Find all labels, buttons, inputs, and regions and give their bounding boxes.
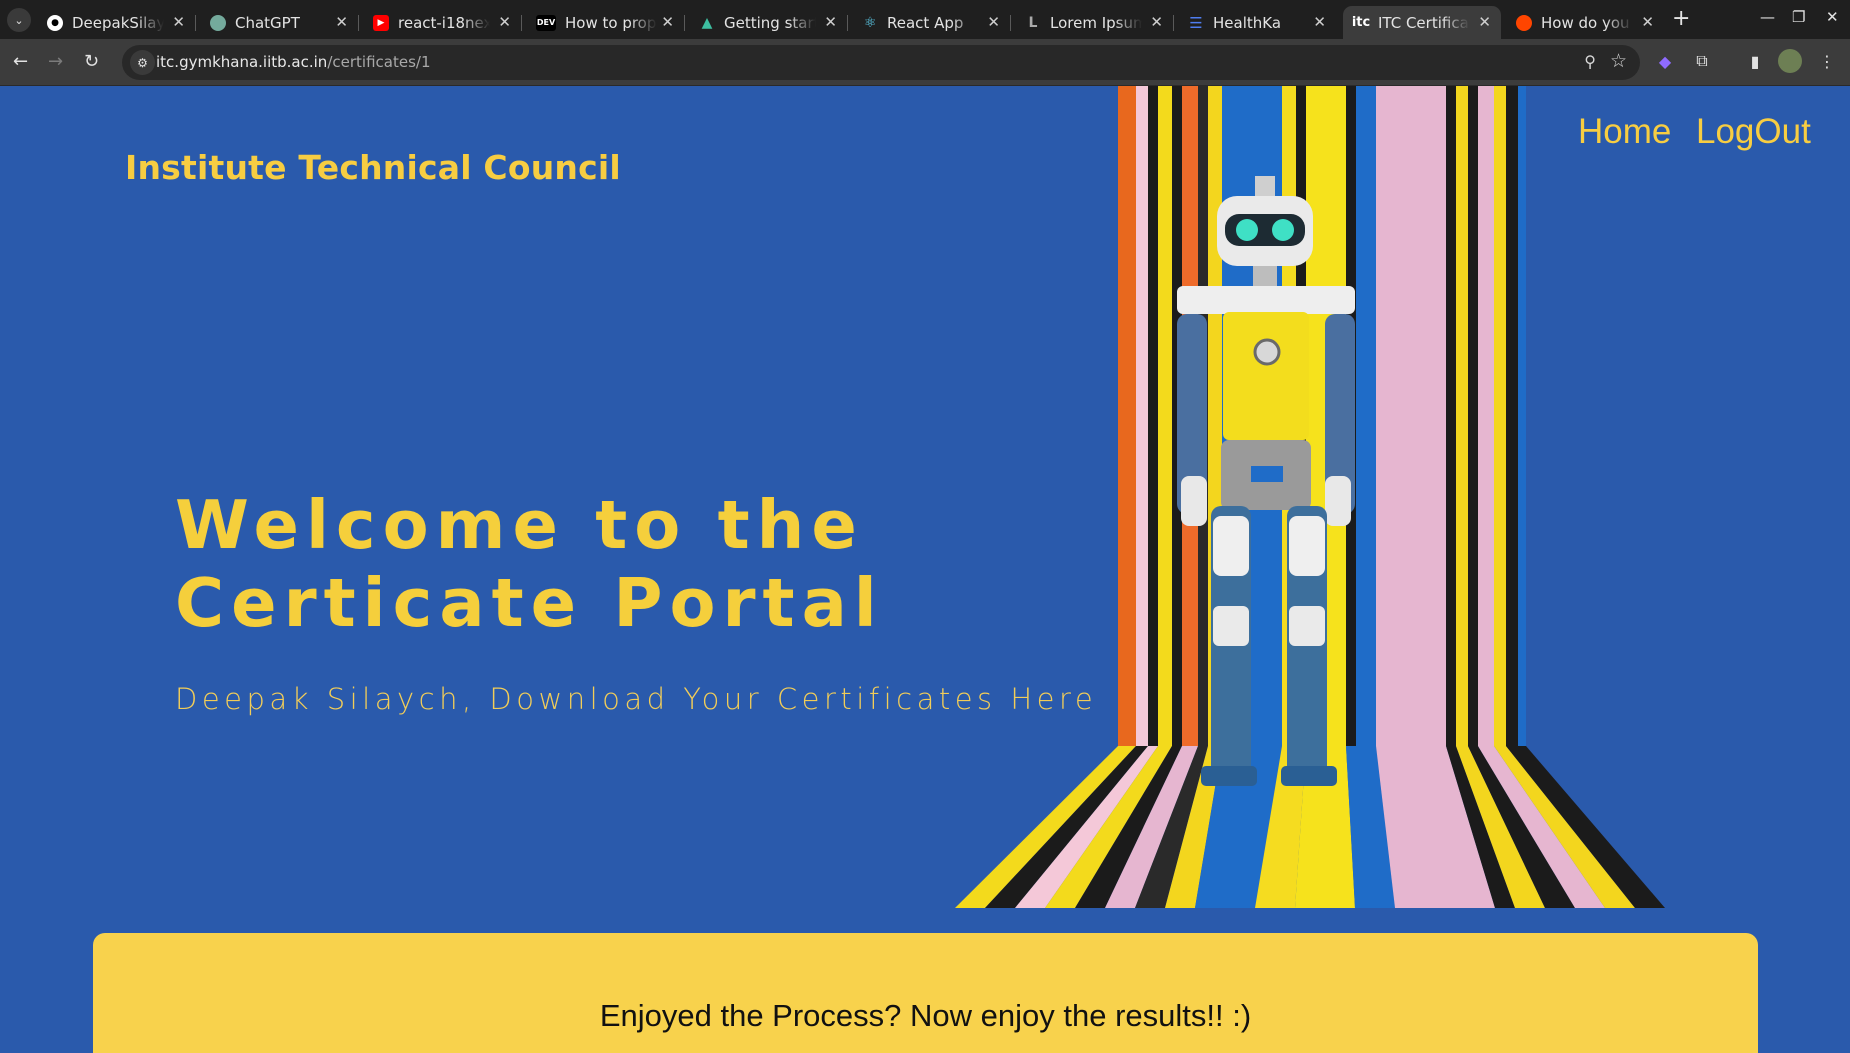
url-host: itc.gymkhana.iitb.ac.in: [156, 53, 328, 71]
browser-tab[interactable]: DEV How to properly ✕: [526, 6, 685, 39]
close-tab-icon[interactable]: ✕: [498, 13, 511, 31]
github-icon: ●: [47, 14, 63, 31]
hero-subtitle: Deepak Silaych, Download Your Certificat…: [175, 682, 1098, 716]
site-brand[interactable]: Institute Technical Council: [125, 148, 621, 187]
nav-logout-link[interactable]: LogOut: [1696, 112, 1811, 152]
menu-icon: ☰: [1189, 13, 1203, 32]
tab-separator: [358, 15, 359, 31]
tab-separator: [684, 15, 685, 31]
close-tab-icon[interactable]: ✕: [1150, 13, 1163, 31]
close-tab-icon[interactable]: ✕: [824, 13, 837, 31]
close-tab-icon[interactable]: ✕: [1478, 13, 1491, 31]
react-icon: ⚛: [863, 14, 877, 31]
tab-title: react-i18next: [398, 13, 490, 32]
tab-separator: [521, 15, 522, 31]
tab-title: How do you use: [1541, 13, 1633, 32]
browser-tab[interactable]: ⚛ React App ✕: [852, 6, 1011, 39]
banner-text: Enjoyed the Process? Now enjoy the resul…: [599, 998, 1252, 1033]
browser-toolbar: ← → ↻ ⚙ itc.gymkhana.iitb.ac.in/certific…: [0, 39, 1850, 86]
tab-title: ChatGPT: [235, 13, 300, 32]
url-path: /certificates/1: [327, 53, 431, 71]
dev-icon: DEV: [536, 14, 556, 31]
close-tab-icon[interactable]: ✕: [1641, 13, 1654, 31]
side-panel-icon[interactable]: ▮: [1743, 49, 1767, 73]
hero-title-line: Certicate Portal: [175, 564, 884, 642]
zoom-icon[interactable]: ⚲: [1584, 52, 1596, 71]
browser-tab[interactable]: ● DeepakSilaych ✕: [37, 6, 196, 39]
browser-tab[interactable]: ▲ Getting started ✕: [689, 6, 848, 39]
close-tab-icon[interactable]: ✕: [1313, 13, 1326, 31]
tab-title: React App: [887, 13, 964, 32]
tab-title: HealthKa: [1213, 13, 1282, 32]
flask-icon: ▲: [701, 14, 713, 31]
close-tab-icon[interactable]: ✕: [335, 13, 348, 31]
extension-icon[interactable]: ◆: [1653, 49, 1677, 73]
profile-avatar[interactable]: [1778, 49, 1802, 73]
forward-icon[interactable]: →: [48, 51, 63, 72]
restore-icon[interactable]: ❐: [1792, 8, 1805, 26]
tab-title: DeepakSilaych: [72, 13, 164, 32]
page-content: Institute Technical Council Home LogOut …: [0, 86, 1850, 1053]
reddit-icon: [1516, 14, 1532, 31]
browser-tab[interactable]: L Lorem Ipsum ✕: [1015, 6, 1174, 39]
minimize-icon[interactable]: —: [1760, 8, 1775, 26]
tab-separator: [195, 15, 196, 31]
window-close-icon[interactable]: ✕: [1826, 8, 1839, 26]
robot-hero-image: [955, 86, 1665, 908]
tab-separator: [847, 15, 848, 31]
itc-icon: itc: [1351, 15, 1371, 30]
chatgpt-icon: [210, 14, 226, 31]
lorem-icon: L: [1028, 14, 1038, 31]
browser-tab[interactable]: ChatGPT ✕: [200, 6, 359, 39]
address-bar[interactable]: ⚙ itc.gymkhana.iitb.ac.in/certificates/1…: [122, 45, 1640, 80]
tab-separator: [1173, 15, 1174, 31]
tab-title: ITC Certificates: [1378, 13, 1470, 32]
tab-title: Lorem Ipsum: [1050, 13, 1142, 32]
close-tab-icon[interactable]: ✕: [987, 13, 1000, 31]
hero-title-line: Welcome to the: [175, 486, 864, 564]
more-menu-icon[interactable]: ⋮: [1815, 49, 1839, 73]
browser-tab[interactable]: ☰ HealthKa ✕: [1178, 6, 1336, 39]
back-icon[interactable]: ←: [13, 51, 28, 72]
browser-tab[interactable]: How do you use ✕: [1506, 6, 1664, 39]
tab-title: Getting started: [724, 13, 816, 32]
browser-tab-strip: ⌄ ● DeepakSilaych ✕ ChatGPT ✕ ▶ react-i1…: [0, 0, 1850, 39]
site-info-icon[interactable]: ⚙: [130, 50, 155, 75]
bookmark-star-icon[interactable]: ☆: [1610, 50, 1627, 72]
extensions-puzzle-icon[interactable]: ⧉: [1690, 49, 1714, 73]
tab-search-icon[interactable]: ⌄: [7, 8, 31, 32]
tab-separator: [1010, 15, 1011, 31]
close-tab-icon[interactable]: ✕: [661, 13, 674, 31]
results-banner: Enjoyed the Process? Now enjoy the resul…: [93, 933, 1758, 1053]
browser-tab[interactable]: ▶ react-i18next ✕: [363, 6, 522, 39]
url-text[interactable]: itc.gymkhana.iitb.ac.in/certificates/1: [156, 53, 430, 71]
youtube-icon: ▶: [373, 14, 389, 31]
hero-title: Welcome to the Certicate Portal: [175, 486, 975, 642]
new-tab-icon[interactable]: +: [1672, 6, 1690, 31]
browser-tab-active[interactable]: itc ITC Certificates ✕: [1343, 6, 1501, 39]
close-tab-icon[interactable]: ✕: [172, 13, 185, 31]
tab-title: How to properly: [565, 13, 657, 32]
nav-home-link[interactable]: Home: [1578, 112, 1671, 152]
reload-icon[interactable]: ↻: [84, 51, 99, 72]
